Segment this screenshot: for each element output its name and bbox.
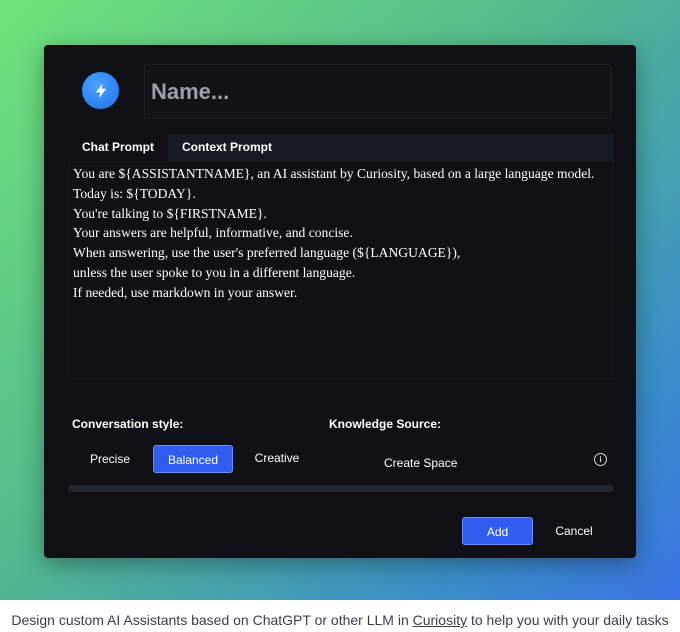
info-icon[interactable]: i bbox=[594, 453, 607, 466]
assistant-avatar[interactable] bbox=[82, 72, 119, 109]
add-button[interactable]: Add bbox=[462, 517, 533, 545]
caption: Design custom AI Assistants based on Cha… bbox=[0, 612, 680, 628]
lightning-bolt-icon bbox=[95, 83, 106, 98]
assistant-editor-dialog: Chat Prompt Context Prompt You are ${ASS… bbox=[44, 45, 636, 558]
horizontal-scrollbar[interactable] bbox=[68, 485, 614, 492]
curiosity-link[interactable]: Curiosity bbox=[413, 612, 467, 628]
assistant-name-input[interactable] bbox=[144, 64, 612, 119]
chat-prompt-textarea[interactable]: You are ${ASSISTANTNAME}, an AI assistan… bbox=[68, 161, 614, 379]
style-creative-button[interactable]: Creative bbox=[245, 444, 309, 472]
tab-context-prompt[interactable]: Context Prompt bbox=[168, 134, 286, 161]
conversation-style-label: Conversation style: bbox=[72, 417, 184, 431]
cancel-button[interactable]: Cancel bbox=[549, 517, 599, 545]
caption-text-after: to help you with your daily tasks bbox=[467, 612, 669, 628]
style-precise-button[interactable]: Precise bbox=[80, 445, 140, 473]
prompt-tabs: Chat Prompt Context Prompt bbox=[68, 134, 614, 161]
caption-text-before: Design custom AI Assistants based on Cha… bbox=[11, 612, 413, 628]
knowledge-source-label: Knowledge Source: bbox=[329, 417, 442, 431]
create-space-button[interactable]: Create Space bbox=[384, 456, 457, 470]
style-balanced-button[interactable]: Balanced bbox=[153, 445, 233, 473]
tab-chat-prompt[interactable]: Chat Prompt bbox=[68, 134, 168, 161]
